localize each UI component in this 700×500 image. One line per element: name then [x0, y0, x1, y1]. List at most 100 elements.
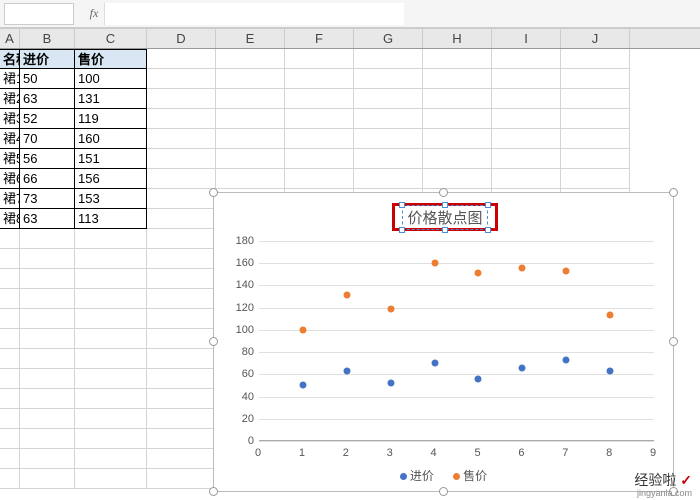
chart-resize-handle[interactable]	[669, 188, 678, 197]
cell[interactable]: 63	[20, 209, 75, 229]
cell[interactable]: 131	[75, 89, 147, 109]
cell[interactable]	[20, 229, 75, 249]
chart-resize-handle[interactable]	[209, 487, 218, 496]
cell[interactable]: 56	[20, 149, 75, 169]
cell[interactable]	[20, 269, 75, 289]
cell[interactable]	[354, 69, 423, 89]
col-header-D[interactable]: D	[147, 29, 216, 48]
cell[interactable]	[147, 89, 216, 109]
data-point[interactable]	[387, 380, 394, 387]
cell[interactable]	[20, 429, 75, 449]
cell[interactable]	[561, 129, 630, 149]
cell[interactable]	[354, 149, 423, 169]
formula-input[interactable]	[104, 3, 404, 25]
cell[interactable]	[285, 129, 354, 149]
cell[interactable]	[0, 249, 20, 269]
title-resize-handle[interactable]	[399, 227, 405, 233]
cell[interactable]	[492, 49, 561, 69]
fx-icon[interactable]: fx	[84, 6, 104, 21]
cell[interactable]	[147, 349, 216, 369]
cell[interactable]	[75, 229, 147, 249]
data-point[interactable]	[607, 368, 614, 375]
cell[interactable]	[20, 309, 75, 329]
cell[interactable]	[354, 49, 423, 69]
cell[interactable]: 52	[20, 109, 75, 129]
cell[interactable]: 裙1	[0, 69, 20, 89]
cell[interactable]	[0, 469, 20, 489]
cell[interactable]	[20, 389, 75, 409]
cell[interactable]	[423, 169, 492, 189]
cell[interactable]	[216, 129, 285, 149]
cell[interactable]: 裙3	[0, 109, 20, 129]
chart-resize-handle[interactable]	[669, 337, 678, 346]
cell[interactable]	[147, 149, 216, 169]
cell[interactable]	[492, 89, 561, 109]
cell[interactable]	[20, 349, 75, 369]
col-header-I[interactable]: I	[492, 29, 561, 48]
data-point[interactable]	[563, 356, 570, 363]
scatter-chart[interactable]: 价格散点图 0204060801001201401601800123456789…	[213, 192, 674, 492]
cell[interactable]: 裙8	[0, 209, 20, 229]
cell[interactable]: 73	[20, 189, 75, 209]
cell[interactable]	[0, 229, 20, 249]
cell[interactable]: 裙5	[0, 149, 20, 169]
cell[interactable]	[285, 49, 354, 69]
cell[interactable]	[492, 129, 561, 149]
cell[interactable]	[75, 249, 147, 269]
cell[interactable]	[354, 169, 423, 189]
cell[interactable]: 裙7	[0, 189, 20, 209]
cell[interactable]: 进价	[20, 49, 75, 69]
cell[interactable]	[285, 149, 354, 169]
cell[interactable]	[147, 329, 216, 349]
cell[interactable]	[147, 129, 216, 149]
cell[interactable]	[216, 149, 285, 169]
cell[interactable]	[285, 169, 354, 189]
cell[interactable]	[75, 349, 147, 369]
data-point[interactable]	[343, 368, 350, 375]
cell[interactable]	[492, 149, 561, 169]
cell[interactable]	[20, 329, 75, 349]
cell[interactable]: 151	[75, 149, 147, 169]
chart-resize-handle[interactable]	[439, 487, 448, 496]
cell[interactable]	[0, 389, 20, 409]
cell[interactable]	[0, 269, 20, 289]
cell[interactable]	[561, 49, 630, 69]
cell[interactable]	[75, 429, 147, 449]
data-point[interactable]	[431, 360, 438, 367]
cell[interactable]: 113	[75, 209, 147, 229]
cell[interactable]: 156	[75, 169, 147, 189]
chart-legend[interactable]: 进价 售价	[214, 467, 673, 484]
cell[interactable]	[147, 49, 216, 69]
cell[interactable]	[147, 269, 216, 289]
chart-resize-handle[interactable]	[209, 188, 218, 197]
cell[interactable]	[0, 449, 20, 469]
cell[interactable]	[147, 409, 216, 429]
data-point[interactable]	[519, 264, 526, 271]
cell[interactable]: 63	[20, 89, 75, 109]
data-point[interactable]	[431, 260, 438, 267]
chart-resize-handle[interactable]	[209, 337, 218, 346]
cell[interactable]	[147, 369, 216, 389]
cell[interactable]	[561, 169, 630, 189]
cell[interactable]	[147, 169, 216, 189]
cell[interactable]	[75, 369, 147, 389]
cell[interactable]	[75, 409, 147, 429]
cell[interactable]	[354, 129, 423, 149]
cell[interactable]	[0, 329, 20, 349]
cell[interactable]: 160	[75, 129, 147, 149]
cell[interactable]	[147, 109, 216, 129]
cell[interactable]	[492, 69, 561, 89]
cell[interactable]	[492, 169, 561, 189]
cell[interactable]	[0, 429, 20, 449]
data-point[interactable]	[563, 268, 570, 275]
cell[interactable]	[216, 69, 285, 89]
cell[interactable]	[561, 149, 630, 169]
name-box[interactable]	[4, 3, 74, 25]
cell[interactable]	[147, 229, 216, 249]
cell[interactable]: 70	[20, 129, 75, 149]
cell[interactable]	[561, 69, 630, 89]
cell[interactable]: 153	[75, 189, 147, 209]
col-header-E[interactable]: E	[216, 29, 285, 48]
cell[interactable]: 119	[75, 109, 147, 129]
cell[interactable]	[147, 69, 216, 89]
